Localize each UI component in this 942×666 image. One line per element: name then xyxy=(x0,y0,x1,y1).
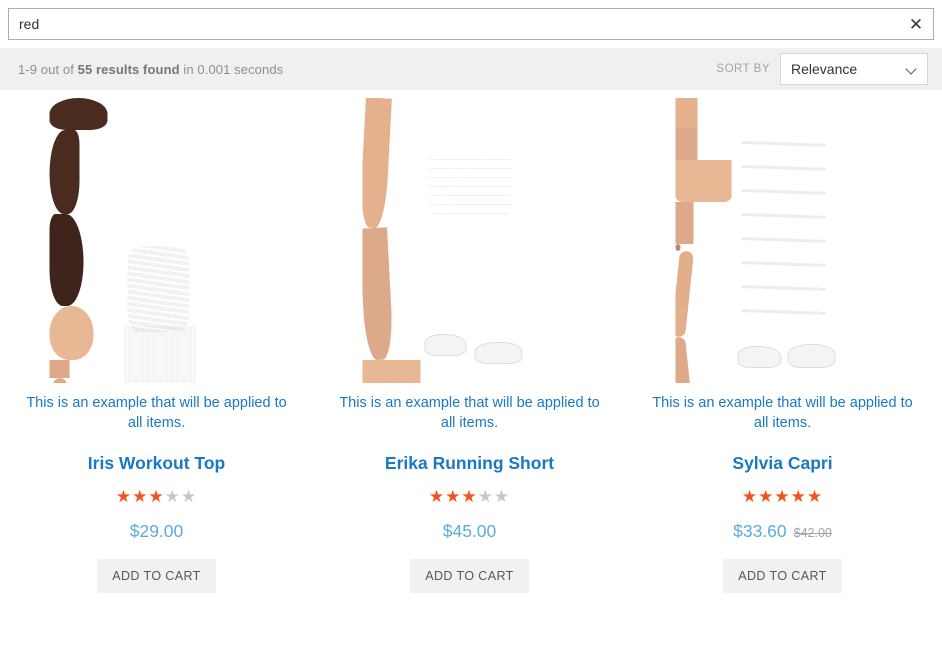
search-bar: ✕ xyxy=(8,8,934,40)
add-to-cart-button[interactable]: Add to Cart xyxy=(410,559,529,593)
price-row: $29.00 xyxy=(130,521,184,542)
star-icon: ★ xyxy=(428,487,446,506)
product-price: $29.00 xyxy=(129,521,184,541)
sort-controls: SORT BY Relevance xyxy=(716,53,928,85)
sort-by-label: SORT BY xyxy=(716,63,770,75)
sneaker-right xyxy=(474,342,522,364)
star-icon: ★ xyxy=(477,487,494,506)
chevron-down-icon xyxy=(906,64,917,75)
star-icon: ★ xyxy=(115,487,133,506)
product-promo: This is an example that will be applied … xyxy=(26,395,287,431)
search-input[interactable] xyxy=(9,9,899,39)
results-toolbar: 1-9 out of 55 results found in 0.001 sec… xyxy=(0,48,942,90)
rating-stars[interactable]: ★★★★★ xyxy=(429,488,510,505)
product-photo-iris-workout-top xyxy=(49,98,264,383)
star-icon: ★ xyxy=(148,487,165,506)
product-promo: This is an example that will be applied … xyxy=(339,395,600,431)
sneaker-left xyxy=(424,334,466,356)
star-icon: ★ xyxy=(493,487,511,506)
star-icon: ★ xyxy=(741,487,759,506)
star-icon: ★ xyxy=(806,487,824,506)
result-total: 55 results found xyxy=(77,61,180,77)
product-old-price: $42.00 xyxy=(793,526,832,540)
product-image[interactable] xyxy=(14,98,299,383)
product-image[interactable] xyxy=(327,98,612,383)
star-icon: ★ xyxy=(461,487,478,506)
product-image[interactable] xyxy=(640,98,925,383)
product-price: $45.00 xyxy=(442,521,497,541)
close-icon[interactable]: ✕ xyxy=(899,9,933,39)
star-icon: ★ xyxy=(164,487,181,506)
rating-stars[interactable]: ★★★★★ xyxy=(742,488,823,505)
product-item: This is an example that will be applied … xyxy=(0,90,313,593)
star-icon: ★ xyxy=(132,487,149,506)
product-photo-erika-running-short xyxy=(362,98,577,383)
add-to-cart-button[interactable]: Add to Cart xyxy=(723,559,842,593)
sort-by-value: Relevance xyxy=(791,61,858,77)
result-time: in 0.001 seconds xyxy=(179,61,284,77)
sneaker-left xyxy=(737,346,781,368)
rating-stars[interactable]: ★★★★★ xyxy=(116,488,197,505)
star-icon: ★ xyxy=(445,487,462,506)
star-icon: ★ xyxy=(774,487,791,506)
add-to-cart-button[interactable]: Add to Cart xyxy=(97,559,216,593)
product-photo-sylvia-capri xyxy=(675,98,890,383)
product-name-link[interactable]: Erika Running Short xyxy=(385,453,554,474)
product-price: $33.60 xyxy=(733,521,787,541)
product-item: This is an example that will be applied … xyxy=(313,90,626,593)
star-icon: ★ xyxy=(180,487,198,506)
star-icon: ★ xyxy=(758,487,775,506)
product-name-link[interactable]: Iris Workout Top xyxy=(88,453,225,474)
sneaker-right xyxy=(787,344,835,368)
sort-by-select[interactable]: Relevance xyxy=(780,53,928,85)
price-row: $45.00 xyxy=(443,521,497,542)
product-item: This is an example that will be applied … xyxy=(626,90,939,593)
product-promo: This is an example that will be applied … xyxy=(652,395,913,431)
result-range: 1-9 out of xyxy=(18,61,78,77)
price-row: $33.60 $42.00 xyxy=(733,521,832,542)
product-name-link[interactable]: Sylvia Capri xyxy=(732,453,832,474)
product-grid: This is an example that will be applied … xyxy=(0,90,942,593)
result-count: 1-9 out of 55 results found in 0.001 sec… xyxy=(18,62,283,77)
star-icon: ★ xyxy=(790,487,807,506)
